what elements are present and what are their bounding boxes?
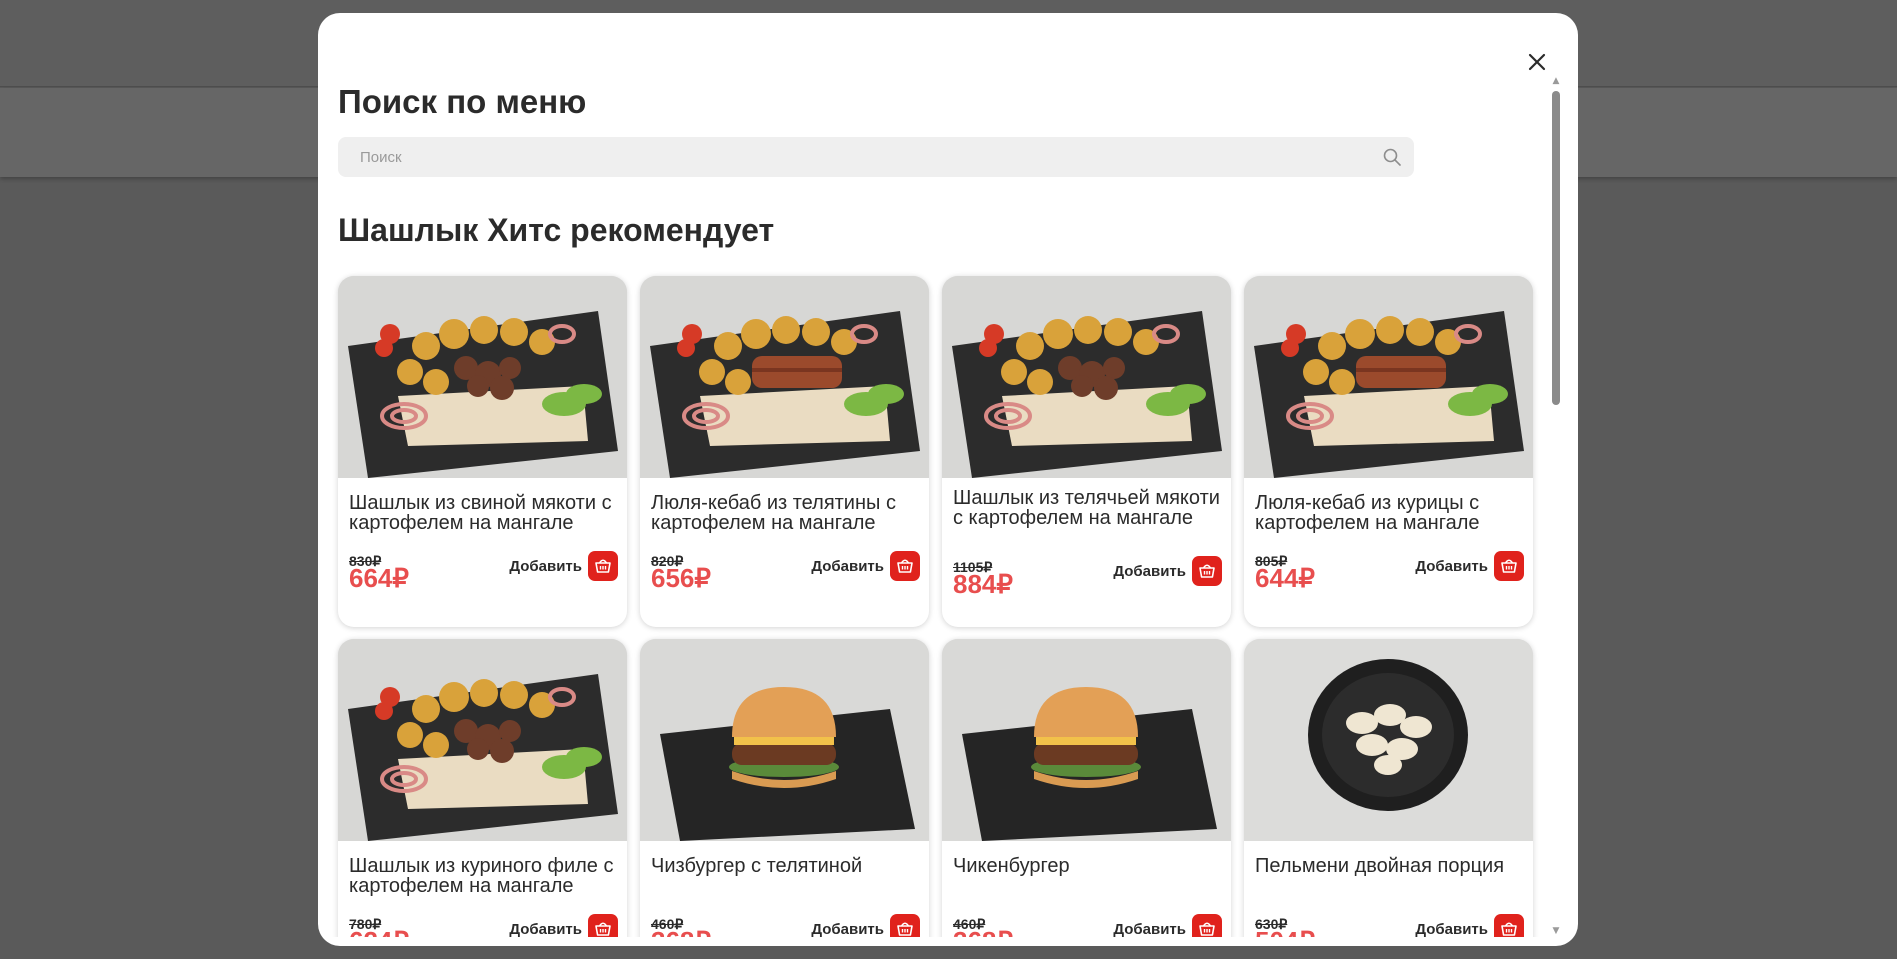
- basket-icon[interactable]: [1198, 562, 1216, 580]
- plate-photo: [1244, 276, 1533, 478]
- product-photo[interactable]: [942, 276, 1231, 478]
- add-label[interactable]: Добавить: [1415, 558, 1488, 575]
- product-card[interactable]: Чикенбургер 460₽ 368₽ Добавить: [942, 639, 1231, 937]
- current-price: 664₽: [349, 563, 409, 593]
- add-to-cart-button[interactable]: Добавить: [509, 551, 618, 581]
- add-label[interactable]: Добавить: [1113, 563, 1186, 580]
- product-card[interactable]: Люля-кебаб из курицы с картофелем на ман…: [1244, 276, 1533, 627]
- scrollbar-thumb[interactable]: [1552, 91, 1560, 405]
- burger-photo: [942, 639, 1231, 841]
- product-card[interactable]: Шашлык из свиной мякоти с картофелем на …: [338, 276, 627, 627]
- dumplings-photo: [1244, 639, 1533, 841]
- product-name[interactable]: Чикенбургер: [953, 856, 1223, 876]
- cart-button[interactable]: [890, 914, 920, 937]
- add-to-cart-button[interactable]: Добавить: [509, 914, 618, 937]
- add-label[interactable]: Добавить: [1113, 921, 1186, 938]
- cart-button[interactable]: [1192, 556, 1222, 586]
- plate-photo: [338, 639, 627, 841]
- plate-photo: [640, 276, 929, 478]
- search-input[interactable]: [338, 137, 1414, 177]
- basket-icon[interactable]: [1500, 920, 1518, 937]
- current-price: 368₽: [953, 926, 1013, 937]
- product-name[interactable]: Пельмени двойная порция: [1255, 856, 1525, 876]
- scroll-up-icon[interactable]: ▲: [1550, 75, 1562, 87]
- basket-icon[interactable]: [1198, 920, 1216, 937]
- current-price: 884₽: [953, 569, 1013, 599]
- add-to-cart-button[interactable]: Добавить: [1415, 914, 1524, 937]
- plate-photo: [942, 276, 1231, 478]
- close-icon[interactable]: [1521, 46, 1553, 78]
- plate-photo: [338, 276, 627, 478]
- product-card[interactable]: Пельмени двойная порция 630₽ 504₽ Добави…: [1244, 639, 1533, 937]
- basket-icon[interactable]: [594, 557, 612, 575]
- search-menu-modal: Поиск по меню Шашлык Хитс рекомендует Ша…: [318, 13, 1578, 946]
- product-card[interactable]: Шашлык из телячьей мякоти с картофелем н…: [942, 276, 1231, 627]
- cart-button[interactable]: [890, 551, 920, 581]
- product-photo[interactable]: [640, 276, 929, 478]
- scrollbar[interactable]: ▲ ▼: [1550, 75, 1562, 937]
- add-to-cart-button[interactable]: Добавить: [1113, 556, 1222, 586]
- add-to-cart-button[interactable]: Добавить: [811, 551, 920, 581]
- product-photo[interactable]: [942, 639, 1231, 841]
- product-photo[interactable]: [338, 639, 627, 841]
- product-name[interactable]: Шашлык из телячьей мякоти с картофелем н…: [953, 488, 1223, 528]
- product-card[interactable]: Люля-кебаб из телятины с картофелем на м…: [640, 276, 929, 627]
- close-button[interactable]: [1521, 46, 1553, 78]
- product-name[interactable]: Люля-кебаб из курицы с картофелем на ман…: [1255, 493, 1525, 533]
- add-label[interactable]: Добавить: [811, 558, 884, 575]
- product-name[interactable]: Чизбургер с телятиной: [651, 856, 921, 876]
- add-label[interactable]: Добавить: [509, 558, 582, 575]
- add-label[interactable]: Добавить: [1415, 921, 1488, 938]
- product-card[interactable]: Чизбургер с телятиной 460₽ 368₽ Добавить: [640, 639, 929, 937]
- basket-icon[interactable]: [594, 920, 612, 937]
- search-icon[interactable]: [1382, 147, 1402, 167]
- modal-scroll-area[interactable]: Поиск по меню Шашлык Хитс рекомендует Ша…: [318, 75, 1558, 937]
- product-photo[interactable]: [640, 639, 929, 841]
- add-to-cart-button[interactable]: Добавить: [811, 914, 920, 937]
- add-label[interactable]: Добавить: [811, 921, 884, 938]
- current-price: 504₽: [1255, 926, 1315, 937]
- add-label[interactable]: Добавить: [509, 921, 582, 938]
- cart-button[interactable]: [1494, 914, 1524, 937]
- basket-icon[interactable]: [896, 557, 914, 575]
- cart-button[interactable]: [1494, 551, 1524, 581]
- search-field[interactable]: [338, 137, 1414, 177]
- cart-button[interactable]: [1192, 914, 1222, 937]
- basket-icon[interactable]: [896, 920, 914, 937]
- add-to-cart-button[interactable]: Добавить: [1113, 914, 1222, 937]
- add-to-cart-button[interactable]: Добавить: [1415, 551, 1524, 581]
- section-title: Шашлык Хитс рекомендует: [338, 212, 775, 248]
- product-photo[interactable]: [1244, 276, 1533, 478]
- scroll-down-icon[interactable]: ▼: [1550, 925, 1562, 937]
- product-name[interactable]: Шашлык из свиной мякоти с картофелем на …: [349, 493, 619, 533]
- burger-photo: [640, 639, 929, 841]
- product-card[interactable]: Шашлык из куриного филе с картофелем на …: [338, 639, 627, 937]
- product-name[interactable]: Шашлык из куриного филе с картофелем на …: [349, 856, 619, 896]
- product-photo[interactable]: [338, 276, 627, 478]
- current-price: 644₽: [1255, 563, 1315, 593]
- cart-button[interactable]: [588, 914, 618, 937]
- current-price: 624₽: [349, 926, 409, 937]
- product-name[interactable]: Люля-кебаб из телятины с картофелем на м…: [651, 493, 921, 533]
- current-price: 368₽: [651, 926, 711, 937]
- cart-button[interactable]: [588, 551, 618, 581]
- modal-title: Поиск по меню: [338, 83, 587, 120]
- product-photo[interactable]: [1244, 639, 1533, 841]
- current-price: 656₽: [651, 563, 711, 593]
- basket-icon[interactable]: [1500, 557, 1518, 575]
